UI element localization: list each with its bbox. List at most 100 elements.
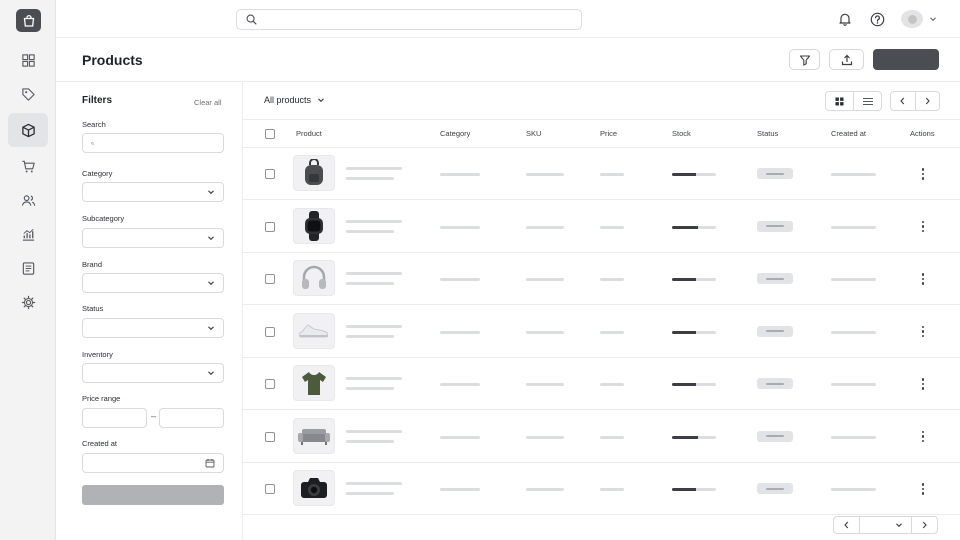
search-icon	[246, 14, 257, 25]
price-placeholder	[600, 435, 624, 439]
row-checkbox[interactable]	[265, 221, 275, 232]
analytics-icon	[22, 228, 34, 241]
notifications-button[interactable]	[837, 11, 853, 27]
column-sku[interactable]: SKU	[526, 129, 541, 138]
column-price[interactable]: Price	[600, 129, 617, 138]
export-button[interactable]	[829, 49, 864, 70]
view-selector[interactable]: All products	[264, 95, 325, 105]
nav-dashboard[interactable]	[8, 43, 48, 77]
price-max-input[interactable]	[159, 408, 224, 428]
row-checkbox[interactable]	[265, 379, 275, 389]
product-name-placeholder	[346, 377, 402, 380]
row-checkbox[interactable]	[265, 326, 275, 337]
row-actions-button[interactable]	[917, 271, 929, 287]
chevron-down-icon	[930, 17, 936, 22]
product-thumbnail-backpack	[293, 155, 335, 191]
column-created-at[interactable]: Created at	[831, 129, 866, 138]
help-button[interactable]	[869, 11, 885, 27]
shopping-bag-logo-icon[interactable]	[16, 9, 41, 32]
category-placeholder	[440, 488, 480, 491]
cart-icon	[21, 160, 35, 172]
product-name-placeholder	[346, 429, 402, 433]
table-row[interactable]	[243, 463, 960, 515]
product-thumbnail-camera	[293, 470, 335, 506]
column-category[interactable]: Category	[440, 129, 470, 138]
status-badge	[757, 220, 793, 232]
filter-search-input[interactable]	[98, 138, 215, 148]
table-row[interactable]	[243, 358, 960, 410]
table-row[interactable]	[243, 201, 960, 253]
row-actions-button[interactable]	[917, 219, 929, 235]
top-bar	[56, 0, 960, 38]
select-all-checkbox[interactable]	[265, 129, 275, 139]
product-name-placeholder	[346, 272, 402, 275]
status-badge	[757, 325, 793, 337]
filter-search-field[interactable]	[82, 133, 224, 153]
table-row[interactable]	[243, 148, 960, 200]
category-placeholder	[440, 225, 480, 229]
list-view-button[interactable]	[853, 92, 881, 110]
filter-button[interactable]	[789, 49, 820, 70]
row-actions-button[interactable]	[917, 324, 929, 340]
nav-settings[interactable]	[8, 285, 48, 319]
column-stock[interactable]: Stock	[672, 129, 691, 138]
prev-page-button[interactable]	[891, 92, 915, 110]
price-placeholder	[600, 173, 624, 176]
nav-orders[interactable]	[8, 149, 48, 183]
row-checkbox[interactable]	[265, 431, 275, 442]
row-checkbox[interactable]	[265, 274, 275, 284]
created-at-date-picker[interactable]	[82, 453, 224, 473]
product-subtitle-placeholder	[346, 229, 394, 233]
table-header: Product Category SKU Price Stock Status …	[243, 120, 960, 148]
table-row[interactable]	[243, 253, 960, 305]
table-row[interactable]	[243, 306, 960, 358]
row-checkbox[interactable]	[265, 484, 275, 494]
clear-all-link[interactable]: Clear all	[194, 98, 222, 107]
status-badge	[757, 168, 793, 179]
row-actions-button[interactable]	[917, 429, 929, 445]
brand-select[interactable]	[82, 273, 224, 293]
category-select[interactable]	[82, 182, 224, 202]
created-at-placeholder	[831, 278, 876, 281]
user-menu[interactable]	[901, 10, 937, 28]
row-actions-button[interactable]	[917, 481, 929, 497]
stock-level-bar	[672, 488, 716, 491]
row-checkbox[interactable]	[265, 169, 275, 179]
column-status[interactable]: Status	[757, 129, 778, 138]
nav-tags[interactable]	[8, 77, 48, 111]
next-page-button[interactable]	[914, 92, 940, 110]
stock-level-bar	[672, 330, 716, 334]
table-row[interactable]	[243, 411, 960, 463]
tag-icon	[21, 87, 35, 101]
inventory-select[interactable]	[82, 363, 224, 383]
footer-prev-page-button[interactable]	[834, 517, 859, 533]
status-badge	[757, 378, 793, 389]
apply-filters-button[interactable]	[82, 485, 224, 505]
price-placeholder	[600, 488, 624, 491]
column-product[interactable]: Product	[296, 129, 322, 138]
price-min-input[interactable]	[82, 408, 147, 428]
help-icon	[870, 12, 884, 26]
stock-level-bar	[672, 278, 716, 281]
nav-customers[interactable]	[8, 183, 48, 217]
global-search-input[interactable]	[262, 13, 581, 26]
global-search[interactable]	[236, 9, 582, 30]
nav-products[interactable]	[8, 113, 48, 147]
price-range-label: Price range	[82, 394, 121, 403]
status-select[interactable]	[82, 318, 224, 338]
footer-next-page-button[interactable]	[912, 517, 937, 533]
grid-view-button[interactable]	[826, 92, 853, 110]
page-size-select[interactable]	[859, 517, 912, 533]
row-actions-button[interactable]	[917, 166, 929, 182]
grid-icon	[835, 97, 844, 105]
created-at-placeholder	[831, 225, 876, 229]
chevron-down-icon	[318, 98, 324, 103]
row-actions-button[interactable]	[917, 376, 929, 392]
nav-analytics[interactable]	[8, 217, 48, 251]
subcategory-select[interactable]	[82, 228, 224, 248]
created-at-placeholder	[831, 383, 876, 386]
sku-placeholder	[526, 435, 564, 439]
price-range-separator: –	[151, 411, 157, 421]
nav-reports[interactable]	[8, 251, 48, 285]
add-product-button[interactable]	[873, 49, 939, 70]
